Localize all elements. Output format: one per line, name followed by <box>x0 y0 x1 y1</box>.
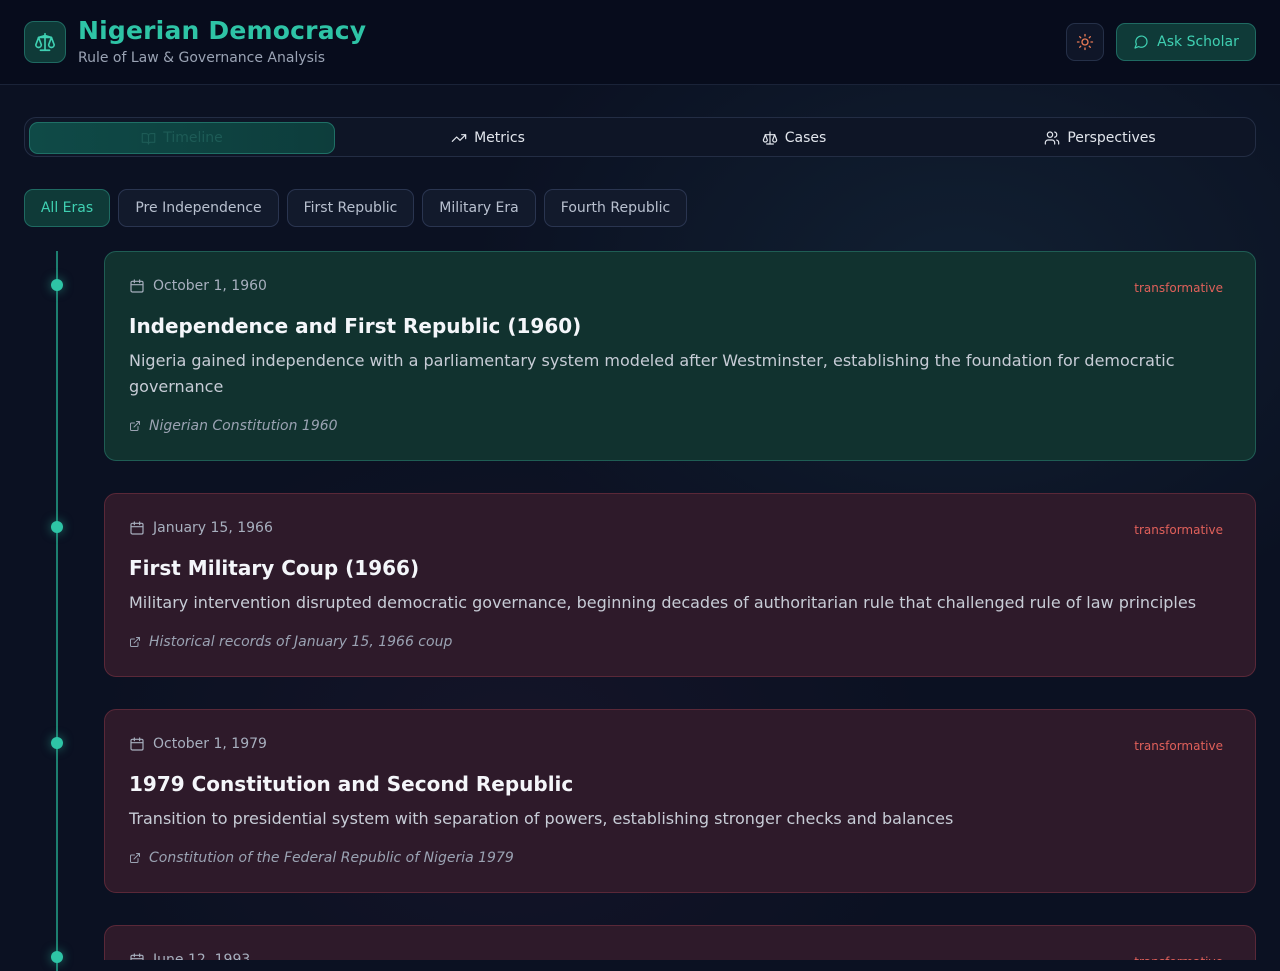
timeline-dot <box>51 737 63 749</box>
users-icon <box>1045 131 1060 145</box>
event-date: October 1, 1960 <box>129 278 267 294</box>
tab-label: Perspectives <box>1067 130 1156 146</box>
event-date-text: January 15, 1966 <box>153 520 273 536</box>
ask-scholar-button[interactable]: Ask Scholar <box>1116 23 1256 61</box>
event-date-text: October 1, 1960 <box>153 278 267 294</box>
filter-all-eras[interactable]: All Eras <box>24 189 110 227</box>
timeline-rail <box>56 251 58 971</box>
event-date-text: June 12, 1993 <box>153 952 251 960</box>
event-date: January 15, 1966 <box>129 520 273 536</box>
event-date: June 12, 1993 <box>129 952 250 960</box>
tab-timeline[interactable]: Timeline <box>29 122 335 154</box>
impact-badge: transformative <box>1134 739 1223 753</box>
timeline-dot <box>51 279 63 291</box>
event-title: Independence and First Republic (1960) <box>129 314 582 338</box>
timeline-dot <box>51 521 63 533</box>
event-date: October 1, 1979 <box>129 736 267 752</box>
book-open-icon <box>141 132 156 145</box>
event-source-link[interactable]: Constitution of the Federal Republic of … <box>129 850 514 866</box>
timeline-event-card[interactable]: January 15, 1966 transformative First Mi… <box>104 493 1256 677</box>
timeline-event-card[interactable]: October 1, 1960 transformative Independe… <box>104 251 1256 461</box>
scale-icon <box>35 32 55 52</box>
event-source-text: Constitution of the Federal Republic of … <box>149 850 514 866</box>
filter-fourth-republic[interactable]: Fourth Republic <box>544 189 687 227</box>
filter-military-era[interactable]: Military Era <box>422 189 536 227</box>
external-link-icon <box>130 421 140 431</box>
view-tabs: Timeline Metrics Cases Perspectives <box>24 117 1256 157</box>
calendar-icon <box>130 953 144 960</box>
sun-icon <box>1076 33 1094 51</box>
event-description: Nigeria gained independence with a parli… <box>129 351 1175 396</box>
impact-badge: transformative <box>1134 955 1223 960</box>
theme-toggle-button[interactable] <box>1066 23 1104 61</box>
impact-badge: transformative <box>1134 281 1223 295</box>
event-source-text: Nigerian Constitution 1960 <box>149 418 338 434</box>
app-title: Nigerian Democracy <box>78 16 367 45</box>
logo <box>24 21 66 63</box>
external-link-icon <box>130 853 140 863</box>
ask-scholar-label: Ask Scholar <box>1157 34 1239 50</box>
event-source-link[interactable]: Nigerian Constitution 1960 <box>129 418 338 434</box>
impact-badge: transformative <box>1134 523 1223 537</box>
app-subtitle: Rule of Law & Governance Analysis <box>78 50 326 66</box>
calendar-icon <box>130 279 144 293</box>
event-date-text: October 1, 1979 <box>153 736 267 752</box>
event-title: 1979 Constitution and Second Republic <box>129 772 574 796</box>
timeline-dot <box>51 951 63 963</box>
calendar-icon <box>130 521 144 535</box>
app-header: Nigerian Democracy Rule of Law & Governa… <box>0 0 1280 85</box>
filter-pre-independence[interactable]: Pre Independence <box>118 189 279 227</box>
tab-label: Cases <box>784 130 827 146</box>
event-description: Transition to presidential system with s… <box>129 809 954 828</box>
event-title: First Military Coup (1966) <box>129 556 420 580</box>
trending-up-icon <box>451 134 467 142</box>
tab-perspectives[interactable]: Perspectives <box>947 122 1253 154</box>
message-circle-icon <box>1134 35 1148 49</box>
tab-metrics[interactable]: Metrics <box>335 122 641 154</box>
external-link-icon <box>130 637 140 647</box>
timeline-event-card[interactable]: June 12, 1993 transformative <box>104 925 1256 960</box>
event-source-text: Historical records of January 15, 1966 c… <box>149 634 453 650</box>
timeline-event-card[interactable]: October 1, 1979 transformative 1979 Cons… <box>104 709 1256 893</box>
calendar-icon <box>130 737 144 751</box>
event-description: Military intervention disrupted democrat… <box>129 593 1197 612</box>
tab-label: Timeline <box>163 130 223 146</box>
event-source-link[interactable]: Historical records of January 15, 1966 c… <box>129 634 452 650</box>
tab-label: Metrics <box>474 130 525 146</box>
filter-first-republic[interactable]: First Republic <box>287 189 414 227</box>
scale-icon <box>762 131 777 145</box>
tab-cases[interactable]: Cases <box>641 122 947 154</box>
